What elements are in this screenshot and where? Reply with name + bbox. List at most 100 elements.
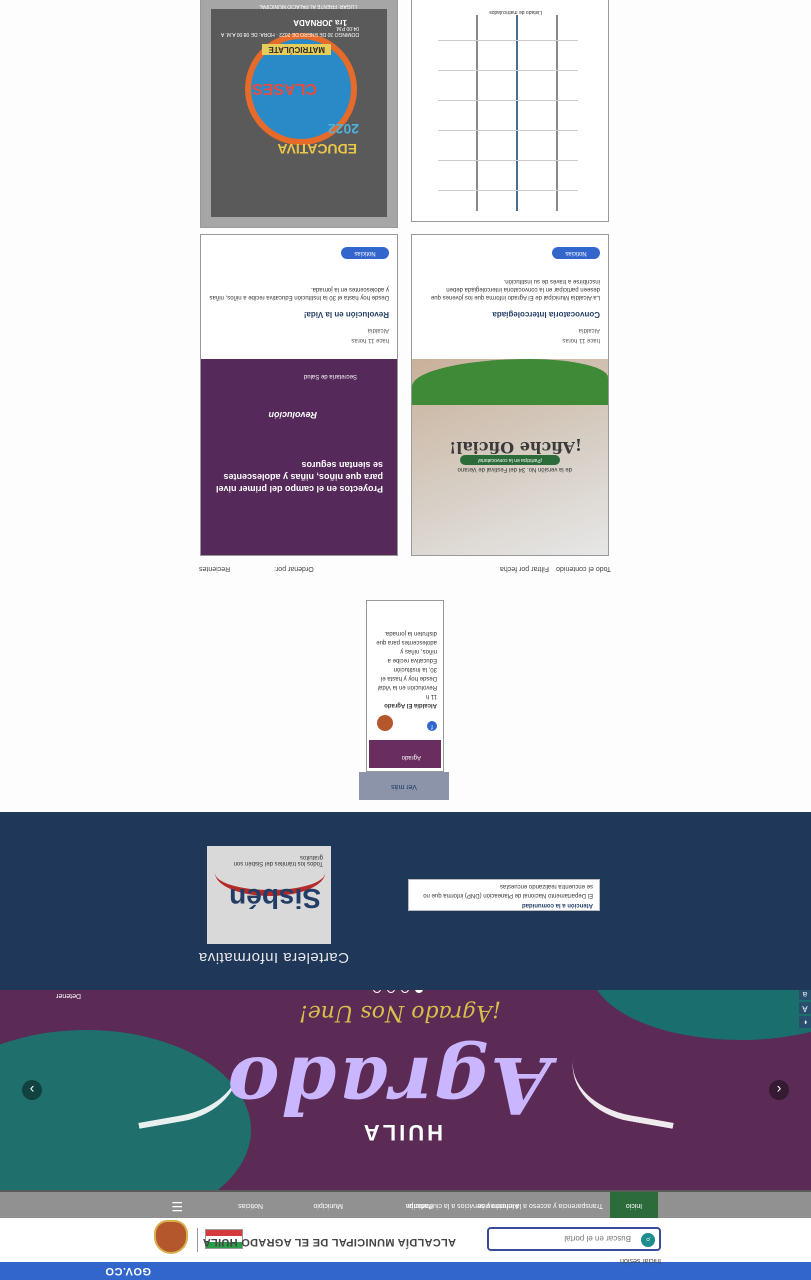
main-nav: Inicio Transparencia y acceso a la infor… bbox=[0, 1190, 811, 1218]
post-category-chip[interactable]: Noticias bbox=[341, 247, 389, 259]
social-post-body: Revolución en la Vida! Desde hoy y hasta… bbox=[376, 630, 437, 690]
gov-logo[interactable]: GOV.CO bbox=[105, 1265, 151, 1277]
social-post-card[interactable]: Agrado f Alcaldía El Agrado 11 h Revoluc… bbox=[366, 600, 444, 772]
news-post-card[interactable]: de la versión No. 34 del Festival de Ver… bbox=[411, 234, 609, 556]
slider-dot-2[interactable] bbox=[401, 990, 409, 993]
list-column-marker bbox=[476, 15, 478, 211]
list-row-line bbox=[438, 160, 578, 161]
slider-dot-3[interactable] bbox=[387, 990, 395, 993]
list-row-line bbox=[438, 190, 578, 191]
nav-item-participa[interactable]: Participa bbox=[393, 1192, 433, 1218]
banner-pill: Revolución bbox=[268, 410, 317, 420]
thumbnail-text: Agrado bbox=[401, 754, 421, 760]
notice-title: Atención a la comunidad bbox=[521, 902, 593, 908]
date-filter-select[interactable]: Filtrar por fecha bbox=[500, 565, 549, 572]
document-list-image bbox=[438, 11, 578, 211]
accessibility-bar: ◐ A a ☺ bbox=[797, 990, 811, 1030]
nav-item-municipio[interactable]: Municipio bbox=[303, 1192, 343, 1218]
site-title[interactable]: ALCALDÍA MUNICIPAL DE EL AGRADO HUILA bbox=[202, 1236, 456, 1248]
nav-item-noticias[interactable]: Noticias bbox=[223, 1192, 263, 1218]
post-image: de la versión No. 34 del Festival de Ver… bbox=[412, 359, 608, 555]
post-title[interactable]: Convocatoria Intercolegiada bbox=[492, 310, 600, 319]
contrast-icon[interactable]: ◐ bbox=[799, 1016, 811, 1028]
sisben-card[interactable]: Sisbén Todos los trámites del Sisbén son… bbox=[207, 846, 331, 944]
slider-dots bbox=[370, 990, 426, 998]
social-post-date: 11 h bbox=[425, 693, 437, 699]
post-category-chip[interactable]: Noticias bbox=[552, 247, 600, 259]
document-caption: Listado de matriculados bbox=[489, 9, 542, 15]
search-icon[interactable]: ⌕ bbox=[641, 1233, 655, 1247]
nav-item-atencion[interactable]: Atención y servicios a la ciudadanía bbox=[408, 1192, 519, 1218]
list-row-line bbox=[438, 70, 578, 71]
wing-left-icon bbox=[564, 1025, 688, 1129]
social-widget: Ver más Agrado f Alcaldía El Agrado 11 h… bbox=[359, 600, 449, 800]
header-divider bbox=[197, 1228, 198, 1252]
site-header: ALCALDÍA MUNICIPAL DE EL AGRADO HUILA ⌕ … bbox=[0, 1218, 811, 1264]
banner-subtitle: de la versión No. 34 del Festival de Ver… bbox=[457, 466, 572, 472]
hero-slider: HUILA Agrado ¡Agrado Nos Une! ‹ › Detene… bbox=[0, 990, 811, 1190]
gov-bar: GOV.CO bbox=[0, 1262, 811, 1280]
social-post-thumbnail: Agrado bbox=[369, 740, 441, 768]
news-post-card[interactable]: Revolución Proyectos en el campo del pri… bbox=[200, 234, 398, 556]
news-post-card[interactable]: EDUCATIVA 2022 CLASES MATRICÚLATE DOMING… bbox=[200, 0, 398, 228]
post-image: Revolución Proyectos en el campo del pri… bbox=[201, 359, 397, 555]
page: GOV.CO ALCALDÍA MUNICIPAL DE EL AGRADO H… bbox=[0, 0, 811, 1280]
slider-brand: Agrado bbox=[225, 1039, 551, 1130]
sponsor-logos bbox=[428, 411, 588, 425]
social-post-author: Alcaldía El Agrado bbox=[384, 702, 437, 708]
poster-line-2: 2022 bbox=[327, 121, 359, 137]
slider-pause-button[interactable]: Detener bbox=[56, 992, 81, 999]
poster-image: EDUCATIVA 2022 CLASES MATRICÚLATE DOMING… bbox=[211, 9, 387, 217]
hamburger-icon[interactable]: ☰ bbox=[169, 1199, 183, 1214]
slider-dot-4[interactable] bbox=[373, 990, 381, 993]
see-more-button[interactable]: Ver más bbox=[359, 772, 449, 800]
content-filter-select[interactable]: Todo el contenido bbox=[556, 565, 611, 572]
cartelera-section: Cartelera Informativa Sisbén Todos los t… bbox=[0, 812, 811, 990]
list-column-marker bbox=[516, 15, 518, 211]
search-box[interactable]: ⌕ bbox=[487, 1227, 661, 1251]
post-title[interactable]: Revolución en la Vida! bbox=[304, 310, 389, 319]
banner-headline: Proyectos en el campo del primer nivel p… bbox=[215, 460, 383, 494]
banner-title: ¡Afiche Oficial! bbox=[449, 438, 582, 457]
post-excerpt: La Alcaldía Municipal de El Agrado infor… bbox=[430, 278, 600, 300]
poster-label: MATRICÚLATE bbox=[262, 44, 331, 55]
sisben-subtitle: Todos los trámites del Sisbén son gratui… bbox=[233, 854, 323, 866]
banner-footer: Secretaría de Salud bbox=[303, 373, 357, 379]
banner-green-wave bbox=[412, 359, 608, 405]
poster-line-3: CLASES bbox=[252, 80, 317, 97]
slider-next-button[interactable]: › bbox=[22, 1080, 42, 1100]
post-author: Alcaldía bbox=[578, 327, 600, 333]
social-post-text: Alcaldía El Agrado 11 h Revolución en la… bbox=[373, 628, 437, 709]
post-excerpt: Desde hoy hasta el 30 la Institución Edu… bbox=[209, 286, 389, 300]
post-date: hace 11 horas bbox=[562, 337, 600, 343]
list-column-marker bbox=[556, 15, 558, 211]
list-row-line bbox=[438, 100, 578, 101]
nav-item-transparencia[interactable]: Transparencia y acceso a la información bbox=[478, 1192, 603, 1218]
coat-of-arms-icon[interactable] bbox=[154, 1220, 188, 1254]
social-network-icon: f bbox=[427, 721, 437, 731]
font-decrease-icon[interactable]: a bbox=[799, 990, 811, 1000]
avatar bbox=[377, 715, 393, 731]
order-by-label: Ordenar por: bbox=[274, 565, 314, 572]
notice-card[interactable]: Atención a la comunidad El Departamento … bbox=[408, 879, 600, 911]
search-input[interactable] bbox=[493, 1231, 633, 1247]
order-by-select[interactable]: Recientes bbox=[199, 565, 230, 572]
slider-dot-1[interactable] bbox=[415, 990, 423, 993]
poster-jornada: 1ra JORNADA bbox=[293, 18, 347, 27]
font-increase-icon[interactable]: A bbox=[799, 1002, 811, 1014]
login-link[interactable]: Iniciar sesión bbox=[620, 1257, 661, 1264]
slider-tagline: ¡Agrado Nos Une! bbox=[298, 1000, 501, 1025]
news-post-card[interactable]: Listado de matriculados bbox=[411, 0, 609, 222]
post-author: Alcaldía bbox=[367, 327, 389, 333]
poster-location: LUGAR: FRENTE AL PALACIO MUNICIPAL bbox=[259, 3, 357, 9]
list-row-line bbox=[438, 130, 578, 131]
sisben-word: Sisbén bbox=[229, 883, 321, 914]
filter-bar: Todo el contenido Filtrar por fecha Orde… bbox=[199, 560, 611, 572]
list-row-line bbox=[438, 40, 578, 41]
slider-prev-button[interactable]: ‹ bbox=[769, 1080, 789, 1100]
notice-line-1: El Departamento Nacional de Planeación (… bbox=[423, 892, 593, 898]
poster-line-1: EDUCATIVA bbox=[277, 141, 357, 157]
nav-item-inicio[interactable]: Inicio bbox=[610, 1192, 658, 1218]
notice-line-2: se encuentra realizando encuestas bbox=[499, 883, 593, 889]
cartelera-heading: Cartelera Informativa bbox=[198, 949, 349, 966]
